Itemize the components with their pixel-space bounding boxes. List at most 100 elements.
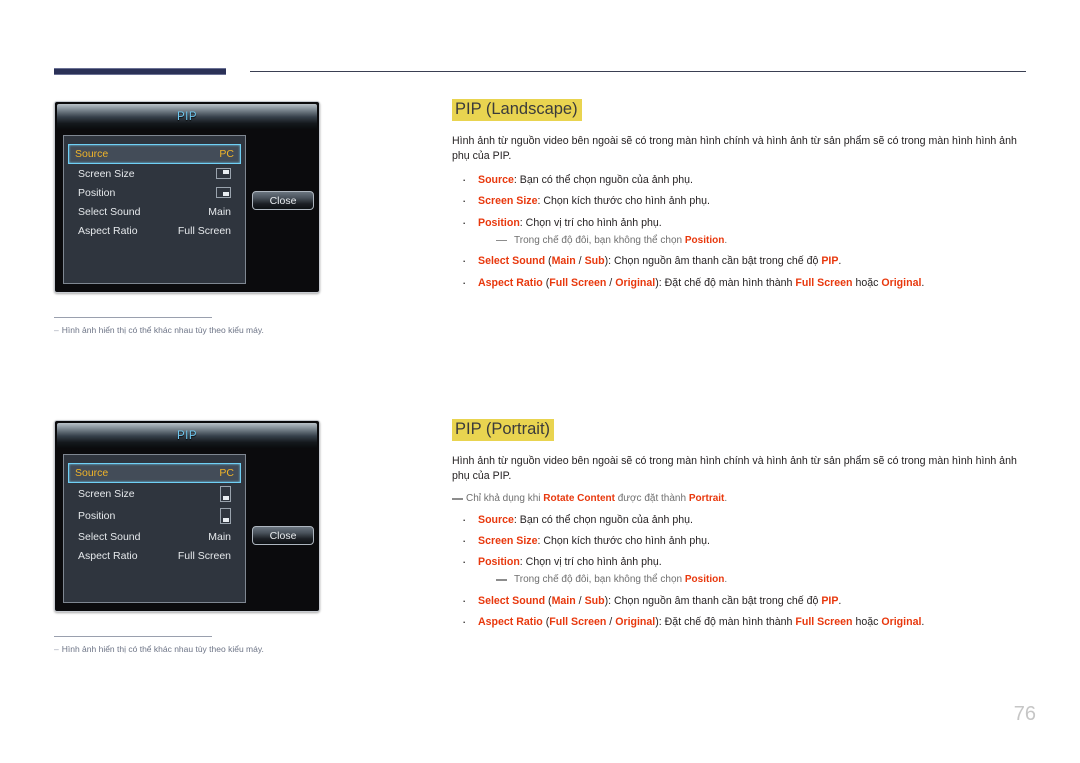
section-pip-landscape: PIP (Landscape) Hình ảnh từ nguồn video … (452, 99, 1028, 297)
bullet-aspect-ratio: Aspect Ratio (Full Screen / Original): Đ… (452, 274, 1028, 292)
osd-row-value: Full Screen (177, 224, 231, 237)
bullet-position: Position: Chọn vị trí cho hình ảnh phụ. … (452, 553, 1028, 587)
bullet-term: Screen Size (478, 534, 538, 547)
osd-row-position[interactable]: Position (72, 183, 237, 202)
bullet-list-portrait: Source: Bạn có thể chọn nguồn của ảnh ph… (452, 510, 1028, 631)
osd-row-value: PC (219, 148, 234, 160)
osd-row-label: Screen Size (78, 488, 135, 500)
position-landscape-icon (216, 187, 231, 198)
osd-row-source[interactable]: Source PC (68, 463, 241, 483)
osd-title-label: PIP (176, 110, 198, 123)
bullet-text-end: . (838, 255, 842, 268)
bullet-term: Source (478, 174, 514, 187)
section-pip-portrait: PIP (Portrait) Hình ảnh từ nguồn video b… (452, 419, 1028, 637)
position-portrait-icon (220, 508, 231, 524)
bullet-list-landscape: Source: Bạn có thể chọn nguồn của ảnh ph… (452, 171, 1028, 292)
figure-note-rule (54, 636, 212, 637)
bullet-text: : Bạn có thể chọn nguồn của ảnh phụ. (513, 513, 693, 526)
option-separator: / (575, 594, 585, 607)
figure-note-landscape: – Hình ảnh hiển thị có thể khác nhau tùy … (54, 317, 354, 335)
osd-row-label: Select Sound (78, 530, 141, 543)
osd-row-select-sound[interactable]: Select Sound Main (72, 202, 237, 221)
note-dash-icon: – (54, 325, 59, 335)
bullet-term: Screen Size (478, 195, 538, 208)
bullet-text: ): Chọn nguồn âm thanh cần bật trong chế… (604, 594, 822, 607)
osd-row-source[interactable]: Source PC (68, 144, 241, 164)
osd-row-label: Aspect Ratio (78, 549, 138, 562)
osd-close-button[interactable]: Close (252, 526, 314, 545)
bullet-text-mid: hoặc (852, 616, 882, 629)
osd-row-label: Position (78, 186, 116, 199)
bullet-text-end: . (921, 616, 925, 629)
value-original: Original (881, 276, 922, 289)
bullet-text: ): Đặt chế độ màn hình thành (655, 616, 796, 629)
osd-menu-list: Source PC Screen Size Position Select So… (63, 454, 246, 603)
option-sub: Sub (584, 255, 605, 268)
bullet-position: Position: Chọn vị trí cho hình ảnh phụ. … (452, 214, 1028, 248)
bullet-text-end: . (838, 594, 842, 607)
section-intro-portrait: Hình ảnh từ nguồn video bên ngoài sẽ có … (452, 454, 1017, 482)
option-full-screen: Full Screen (549, 616, 607, 629)
bullet-screen-size: Screen Size: Chọn kích thước cho hình ản… (452, 192, 1028, 210)
option-original: Original (615, 276, 656, 289)
bullet-text: : Bạn có thể chọn nguồn của ảnh phụ. (513, 174, 693, 187)
osd-row-label: Position (78, 510, 116, 522)
option-separator: / (606, 276, 616, 289)
header-accent-block (54, 68, 226, 75)
bullet-select-sound: Select Sound (Main / Sub): Chọn nguồn âm… (452, 252, 1028, 270)
osd-row-select-sound[interactable]: Select Sound Main (72, 527, 237, 546)
option-separator: / (575, 255, 585, 268)
screen-size-portrait-icon (220, 486, 231, 502)
bullet-term: Select Sound (478, 255, 546, 268)
bullet-term: Source (478, 513, 514, 526)
osd-title-bar: PIP (57, 423, 317, 448)
section-heading-landscape: PIP (Landscape) (452, 99, 582, 121)
note-text-post: . (724, 574, 728, 586)
osd-row-position[interactable]: Position (72, 505, 237, 527)
osd-row-label: Source (75, 148, 109, 160)
bullet-text-end: . (921, 276, 925, 289)
header-rule (54, 68, 1026, 76)
screen-size-landscape-icon (216, 168, 231, 179)
bullet-source: Source: Bạn có thể chọn nguồn của ảnh ph… (452, 171, 1028, 189)
bullet-term: Position (478, 216, 520, 229)
position-note-landscape: Trong chế độ đôi, bạn không thể chọn Pos… (496, 234, 1028, 248)
note-text-pre: Trong chế độ đôi, bạn không thể chọn (514, 234, 685, 246)
bullet-text: : Chọn vị trí cho hình ảnh phụ. (519, 216, 662, 229)
note-term: Position (684, 574, 725, 586)
osd-body: Source PC Screen Size Position Select So… (57, 448, 317, 609)
osd-side-panel: Close (246, 454, 314, 603)
figure-note-portrait: – Hình ảnh hiển thị có thể khác nhau tùy … (54, 636, 354, 654)
position-note-portrait: Trong chế độ đôi, bạn không thể chọn Pos… (496, 573, 1028, 587)
availability-note-portrait: Chỉ khả dụng khi Rotate Content được đặt… (452, 492, 1028, 506)
osd-menu-list: Source PC Screen Size Position Select So… (63, 135, 246, 284)
osd-row-aspect-ratio[interactable]: Aspect Ratio Full Screen (72, 221, 237, 240)
osd-close-button[interactable]: Close (252, 191, 314, 210)
option-main: Main (551, 594, 576, 607)
osd-row-aspect-ratio[interactable]: Aspect Ratio Full Screen (72, 546, 237, 565)
note-text-mid: được đặt thành (614, 493, 689, 505)
bullet-text: ): Đặt chế độ màn hình thành (655, 276, 796, 289)
bullet-text: : Chọn kích thước cho hình ảnh phụ. (537, 195, 710, 208)
osd-row-label: Screen Size (78, 167, 135, 180)
option-sub: Sub (584, 594, 605, 607)
osd-row-value: Main (208, 205, 231, 218)
bullet-term: Aspect Ratio (478, 276, 543, 289)
figure-note-text: Hình ảnh hiển thị có thể khác nhau tùy t… (61, 644, 264, 654)
note-term-rotate-content: Rotate Content (543, 493, 615, 505)
osd-row-screen-size[interactable]: Screen Size (72, 164, 237, 183)
bullet-screen-size: Screen Size: Chọn kích thước cho hình ản… (452, 532, 1028, 550)
osd-title-label: PIP (176, 429, 198, 442)
option-separator: / (606, 616, 616, 629)
note-dash-icon: – (54, 644, 59, 654)
note-text-pre: Chỉ khả dụng khi (466, 493, 544, 505)
figure-note-rule (54, 317, 212, 318)
bullet-term: Select Sound (478, 594, 546, 607)
osd-row-screen-size[interactable]: Screen Size (72, 483, 237, 505)
bullet-text: : Chọn kích thước cho hình ảnh phụ. (537, 534, 710, 547)
bullet-term: Aspect Ratio (478, 616, 543, 629)
osd-row-value: Main (208, 530, 231, 543)
figure-note-text-wrap: – Hình ảnh hiển thị có thể khác nhau tùy … (54, 325, 354, 335)
option-full-screen: Full Screen (549, 276, 607, 289)
osd-row-label: Aspect Ratio (78, 224, 138, 237)
